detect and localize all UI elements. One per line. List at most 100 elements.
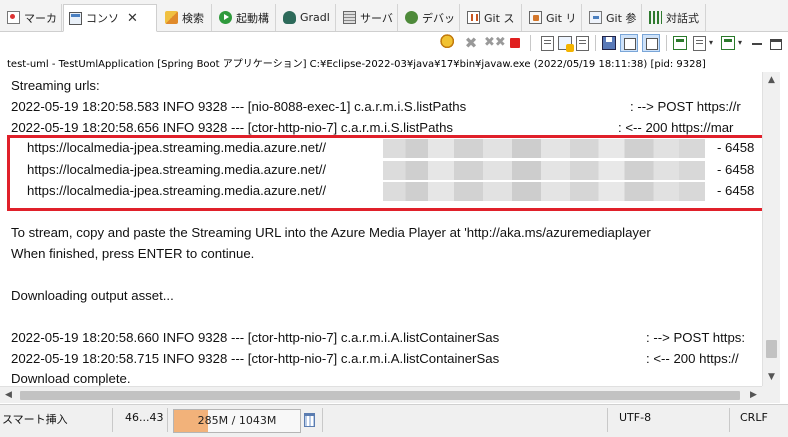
console-line: When finished, press ENTER to continue. — [11, 246, 254, 261]
horizontal-scrollbar[interactable]: ◀ ▶ — [0, 386, 762, 403]
pin-icon[interactable] — [440, 34, 458, 52]
tab-label: Git リ — [546, 11, 577, 25]
show-on-stderr-icon[interactable] — [642, 34, 660, 52]
vertical-scrollbar[interactable]: ▲ ▼ — [762, 72, 780, 386]
heap-status[interactable]: 285M / 1043M — [173, 409, 301, 433]
git-repo-icon — [529, 11, 542, 24]
tab-gradle[interactable]: Gradl — [278, 4, 336, 31]
tab-label: コンソ — [86, 12, 119, 25]
tab-label: サーバ — [360, 11, 393, 25]
tab-git-reflog[interactable]: Git 参 — [584, 4, 642, 31]
tab-git-repositories[interactable]: Git リ — [524, 4, 582, 31]
highlight-box — [7, 135, 779, 211]
tab-debug[interactable]: デバッ — [400, 4, 460, 31]
tab-console[interactable]: コンソ ✕ — [63, 4, 157, 32]
markers-icon — [7, 11, 20, 24]
console-line-text: 2022-05-19 18:20:58.656 INFO 9328 --- [c… — [11, 120, 453, 135]
new-console-icon[interactable] — [721, 36, 735, 50]
line-delimiter: CRLF — [740, 411, 768, 424]
console-output[interactable]: Streaming urls: 2022-05-19 18:20:58.583 … — [0, 72, 762, 386]
status-separator — [322, 408, 323, 432]
debug-icon — [405, 11, 418, 24]
open-console-icon[interactable] — [673, 36, 687, 50]
interactive-icon — [649, 11, 662, 24]
tab-search[interactable]: 検索 — [160, 4, 212, 31]
word-wrap-icon[interactable] — [576, 35, 589, 51]
minimize-icon[interactable] — [748, 34, 766, 52]
console-line-text: Download complete. — [11, 371, 131, 386]
console-line-text: 2022-05-19 18:20:58.660 INFO 9328 --- [c… — [11, 330, 500, 345]
console-line: 2022-05-19 18:20:58.715 INFO 9328 --- [c… — [11, 351, 739, 366]
tab-label: 検索 — [182, 11, 204, 25]
console-line-text: Streaming urls: — [11, 78, 100, 93]
console-line: Downloading output asset... — [11, 288, 174, 303]
chevron-down-icon[interactable]: ▾ — [707, 34, 715, 52]
scroll-down-icon[interactable]: ▼ — [763, 369, 780, 386]
console-toolbar: ✖ ✖✖ ▾ ▾ — [436, 33, 782, 53]
run-config-icon — [219, 11, 232, 24]
scroll-left-icon[interactable]: ◀ — [0, 387, 17, 404]
tab-run-config[interactable]: 起動構 — [214, 4, 276, 31]
console-line: 2022-05-19 18:20:58.583 INFO 9328 --- [n… — [11, 99, 741, 114]
status-separator — [607, 408, 608, 432]
scroll-thumb[interactable] — [766, 340, 777, 358]
console-line-message: : --> POST https://r — [630, 99, 741, 114]
tab-label: 対話式 — [666, 11, 699, 25]
terminate-icon[interactable] — [506, 34, 524, 52]
tab-label: デバッ — [422, 11, 455, 25]
scroll-thumb[interactable] — [20, 391, 740, 400]
scroll-up-icon[interactable]: ▲ — [763, 72, 780, 89]
gradle-icon — [283, 11, 296, 24]
console-line-text: 2022-05-19 18:20:58.715 INFO 9328 --- [c… — [11, 351, 500, 366]
cursor-position: 46...43 — [125, 411, 164, 424]
status-separator — [729, 408, 730, 432]
tab-markers[interactable]: マーカ — [2, 4, 62, 31]
remove-launch-icon[interactable]: ✖ — [462, 34, 480, 52]
tab-git-staging[interactable]: Git ス — [462, 4, 522, 31]
chevron-down-icon[interactable]: ▾ — [736, 34, 744, 52]
insert-mode: スマート挿入 — [2, 413, 68, 426]
toolbar-separator — [530, 35, 531, 51]
console-line-text: When finished, press ENTER to continue. — [11, 246, 255, 261]
tab-label: Git ス — [484, 11, 515, 25]
scroll-lock-icon[interactable] — [558, 36, 574, 52]
status-separator — [167, 408, 168, 432]
console-line-text: Downloading output asset... — [11, 288, 174, 303]
search-icon — [165, 11, 178, 24]
trash-icon[interactable] — [304, 413, 315, 427]
tab-servers[interactable]: サーバ — [338, 4, 398, 31]
display-console-icon[interactable] — [693, 35, 706, 51]
console-line-text: To stream, copy and paste the Streaming … — [11, 225, 651, 240]
console-line: 2022-05-19 18:20:58.660 INFO 9328 --- [c… — [11, 330, 745, 345]
console-line-text: 2022-05-19 18:20:58.583 INFO 9328 --- [n… — [11, 99, 467, 114]
clear-console-icon[interactable] — [541, 35, 554, 51]
tab-label: 起動構 — [236, 11, 269, 25]
status-bar: スマート挿入 46...43 285M / 1043M UTF-8 CRLF — [0, 404, 788, 437]
view-tab-bar: マーカ コンソ ✕ 検索 起動構 Gradl サーバ デバッ Git ス Git… — [0, 0, 788, 32]
process-description: test-uml - TestUmlApplication [Spring Bo… — [7, 59, 706, 70]
console-line-message: : --> POST https: — [646, 330, 746, 345]
status-separator — [112, 408, 113, 432]
tab-interactive[interactable]: 対話式 — [644, 4, 706, 31]
tab-label: Gradl — [300, 11, 330, 24]
git-reflog-icon — [589, 11, 602, 24]
close-icon[interactable]: ✕ — [127, 11, 138, 26]
console-line-message: : <-- 200 https:// — [646, 351, 739, 366]
console-line: To stream, copy and paste the Streaming … — [11, 225, 651, 240]
save-output-icon[interactable] — [602, 36, 616, 50]
maximize-icon[interactable] — [770, 38, 782, 50]
git-staging-icon — [467, 11, 480, 24]
remove-all-terminated-icon[interactable]: ✖✖ — [484, 34, 506, 52]
scroll-right-icon[interactable]: ▶ — [745, 387, 762, 404]
show-on-stdout-icon[interactable] — [620, 34, 638, 52]
servers-icon — [343, 11, 356, 24]
file-encoding: UTF-8 — [619, 411, 652, 424]
console-icon — [69, 11, 82, 25]
tab-label: Git 参 — [606, 11, 637, 25]
heap-label: 285M / 1043M — [197, 414, 277, 427]
console-line: 2022-05-19 18:20:58.656 INFO 9328 --- [c… — [11, 120, 733, 135]
console-line: Streaming urls: — [11, 78, 100, 93]
toolbar-separator — [595, 35, 596, 51]
console-line-message: : <-- 200 https://mar — [618, 120, 734, 135]
console-line: Download complete. — [11, 371, 131, 386]
